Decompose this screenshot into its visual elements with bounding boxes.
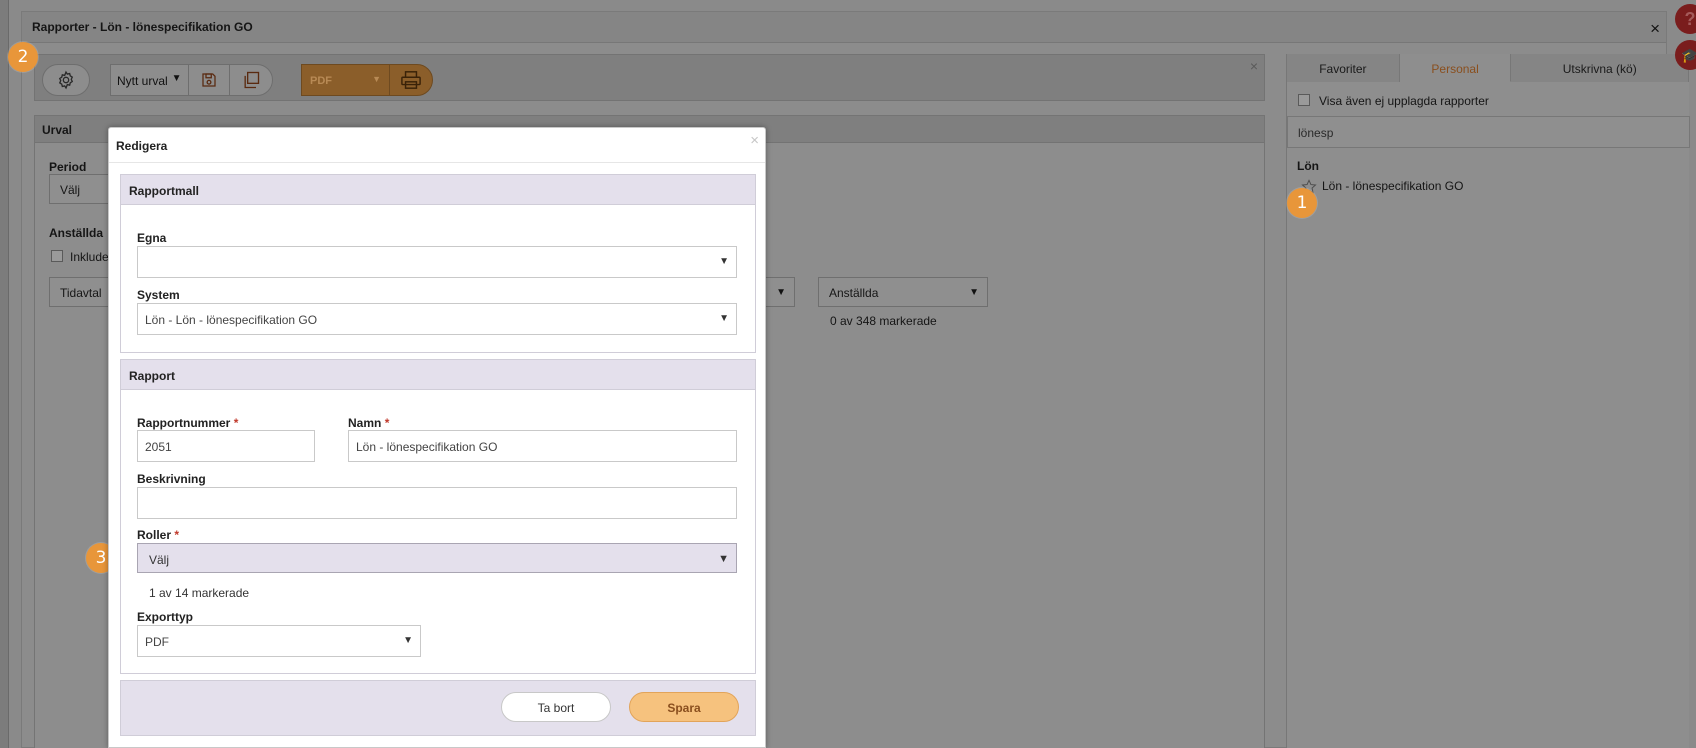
own-label: Egna bbox=[137, 231, 167, 245]
tab-utskrivna[interactable]: Utskrivna (kö) bbox=[1511, 54, 1689, 82]
report-name-input[interactable]: Lön - lönespecifikation GO bbox=[348, 430, 737, 462]
required-mark: * bbox=[233, 416, 239, 430]
print-button[interactable] bbox=[390, 65, 432, 95]
chevron-down-icon: ▼ bbox=[718, 553, 729, 565]
tab-personal[interactable]: Personal bbox=[1399, 54, 1512, 82]
template-section: Rapportmall Egna ▼ System Lön - Lön - lö… bbox=[120, 174, 756, 353]
edit-dialog: Redigera × Rapportmall Egna ▼ System Lön… bbox=[108, 127, 766, 748]
roles-value: Välj bbox=[149, 553, 170, 567]
agreement-field[interactable]: Tidavtal bbox=[49, 277, 109, 307]
toolbar-close-icon[interactable]: × bbox=[1250, 58, 1258, 74]
chevron-down-icon: ▼ bbox=[403, 635, 413, 646]
own-template-select[interactable]: ▼ bbox=[137, 246, 737, 278]
dialog-footer: Ta bort Spara bbox=[120, 680, 756, 736]
export-group: PDF ▼ bbox=[301, 64, 433, 96]
right-tabs: Favoriter Personal Utskrivna (kö) bbox=[1287, 54, 1689, 82]
employees-dropdown-value: Anställda bbox=[829, 286, 879, 300]
save-button[interactable]: Spara bbox=[629, 692, 739, 722]
toolbar: × Nytt urval ▼ PDF ▼ bbox=[34, 54, 1265, 101]
include-checkbox[interactable] bbox=[51, 250, 63, 262]
export-type-label: PDF bbox=[310, 75, 332, 87]
export-type-dropdown[interactable]: PDF ▼ bbox=[302, 65, 390, 95]
chevron-down-icon: ▼ bbox=[719, 313, 729, 324]
report-section: Rapport Rapportnummer * 2051 Namn * Lön … bbox=[120, 359, 756, 674]
chevron-down-icon: ▼ bbox=[719, 256, 729, 267]
period-field[interactable]: Välj bbox=[49, 174, 109, 204]
employees-label: Anställda bbox=[49, 226, 104, 240]
tab-favoriter[interactable]: Favoriter bbox=[1287, 54, 1400, 82]
delete-button[interactable]: Ta bort bbox=[501, 692, 611, 722]
report-name-value: Lön - lönespecifikation GO bbox=[356, 440, 498, 454]
chevron-down-icon: ▼ bbox=[372, 74, 381, 84]
help-icon[interactable]: ? bbox=[1675, 4, 1696, 34]
chevron-down-icon: ▼ bbox=[171, 73, 182, 84]
roles-label: Roller * bbox=[137, 528, 179, 542]
selection-dropdown[interactable]: Nytt urval ▼ bbox=[111, 65, 189, 95]
save-selection-button[interactable] bbox=[189, 65, 231, 95]
system-template-select[interactable]: Lön - Lön - lönespecifikation GO ▼ bbox=[137, 303, 737, 335]
close-icon[interactable]: × bbox=[750, 132, 759, 149]
step-badge-1: 1 bbox=[1287, 188, 1317, 218]
agreement-value: Tidavtal bbox=[60, 286, 102, 300]
report-group-label: Lön bbox=[1297, 159, 1319, 173]
report-item-label[interactable]: Lön - lönespecifikation GO bbox=[1322, 179, 1463, 193]
show-unposted-checkbox[interactable] bbox=[1298, 94, 1310, 106]
selection-group: Nytt urval ▼ bbox=[110, 64, 273, 96]
required-mark: * bbox=[174, 528, 180, 542]
description-label: Beskrivning bbox=[137, 472, 206, 486]
copy-icon bbox=[244, 71, 260, 89]
save-icon bbox=[202, 73, 216, 87]
dialog-title: Redigera bbox=[109, 128, 765, 163]
report-search-input[interactable]: lönesp bbox=[1287, 116, 1690, 148]
window-title: Rapporter - Lön - lönespecifikation GO bbox=[22, 12, 1666, 43]
copy-selection-button[interactable] bbox=[230, 65, 272, 95]
system-template-value: Lön - Lön - lönespecifikation GO bbox=[145, 313, 318, 327]
roles-select[interactable]: Välj ▼ bbox=[137, 543, 737, 573]
period-label: Period bbox=[49, 160, 87, 174]
report-search-value: lönesp bbox=[1298, 126, 1334, 140]
report-number-label: Rapportnummer * bbox=[137, 416, 238, 430]
description-input[interactable] bbox=[137, 487, 737, 519]
window-close-icon[interactable]: × bbox=[1650, 20, 1660, 37]
printer-icon bbox=[401, 71, 421, 89]
report-name-label-text: Namn bbox=[348, 416, 382, 430]
template-section-title: Rapportmall bbox=[121, 175, 755, 205]
step-badge-2: 2 bbox=[8, 42, 38, 72]
required-mark: * bbox=[384, 416, 390, 430]
left-edge bbox=[0, 0, 9, 748]
report-name-label: Namn * bbox=[348, 416, 389, 430]
employees-dropdown[interactable]: Anställda ▼ bbox=[818, 277, 988, 307]
report-number-value: 2051 bbox=[145, 440, 172, 454]
selection-label: Nytt urval bbox=[117, 74, 168, 88]
report-number-label-text: Rapportnummer bbox=[137, 416, 231, 430]
chevron-down-icon: ▼ bbox=[969, 287, 979, 298]
system-label: System bbox=[137, 288, 180, 302]
include-label: Inkluder bbox=[70, 250, 113, 264]
export-type-value: PDF bbox=[145, 635, 169, 649]
chevron-down-icon: ▼ bbox=[776, 287, 786, 298]
export-type-select[interactable]: PDF ▼ bbox=[137, 625, 421, 657]
roles-count: 1 av 14 markerade bbox=[149, 586, 250, 600]
show-unposted-label: Visa även ej upplagda rapporter bbox=[1319, 94, 1489, 108]
export-type-label: Exporttyp bbox=[137, 610, 194, 624]
employees-count: 0 av 348 markerade bbox=[830, 314, 937, 328]
gear-icon bbox=[58, 70, 74, 90]
settings-button[interactable] bbox=[42, 64, 90, 96]
report-section-title: Rapport bbox=[121, 360, 755, 390]
right-panel: Favoriter Personal Utskrivna (kö) Visa ä… bbox=[1286, 54, 1690, 748]
roles-label-text: Roller bbox=[137, 528, 172, 542]
period-value: Välj bbox=[60, 183, 81, 197]
report-number-input[interactable]: 2051 bbox=[137, 430, 315, 462]
